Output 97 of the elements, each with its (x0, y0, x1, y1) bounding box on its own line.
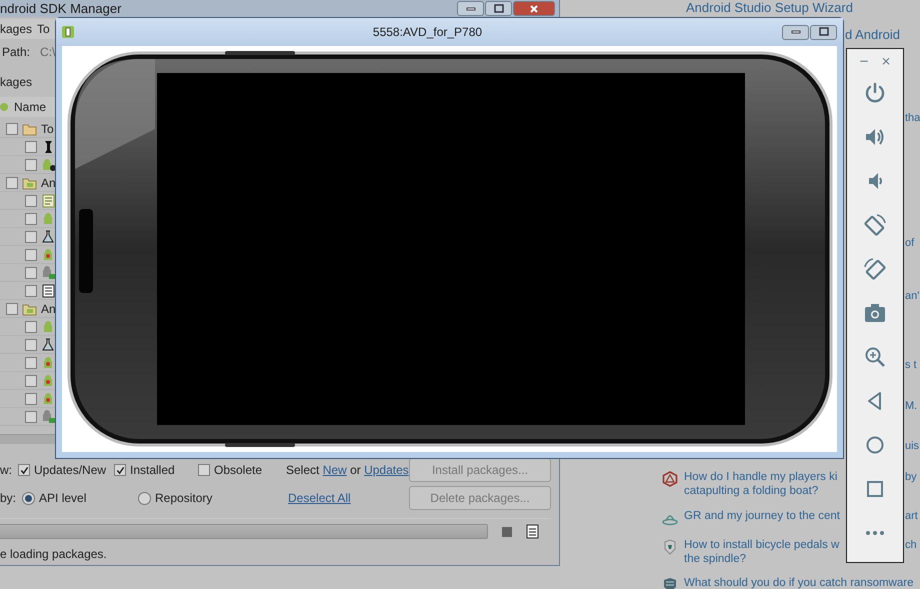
checkbox[interactable] (25, 392, 37, 404)
maximize-icon (818, 27, 828, 37)
page-heading: d Android (845, 27, 900, 42)
text-fragment: M. (905, 400, 918, 412)
text-fragment: tha (905, 112, 920, 124)
menu-item[interactable]: To (37, 22, 50, 36)
log-icon (526, 524, 539, 539)
checkbox[interactable] (114, 464, 126, 476)
text-fragment: uis (905, 440, 920, 452)
close-button[interactable] (513, 1, 555, 16)
question-link[interactable]: How to install bicycle pedals w (684, 538, 840, 552)
column-header: Name (14, 100, 46, 114)
app-icon (62, 26, 74, 38)
checkmark-icon (116, 466, 124, 474)
more-icon (863, 530, 887, 536)
group-label: kages (0, 75, 32, 89)
window-title: 5558:AVD_for_P780 (372, 25, 484, 39)
checkbox[interactable] (25, 266, 37, 278)
minimize-button[interactable] (457, 1, 484, 16)
checkbox[interactable] (25, 194, 37, 206)
robot-icon (41, 410, 56, 424)
text-fragment: ch (905, 538, 917, 552)
camera-icon (863, 301, 887, 325)
folder-icon (22, 302, 37, 316)
select-text: Select (286, 463, 320, 477)
zoom-icon (863, 345, 887, 369)
d20-icon (662, 471, 678, 487)
text-fragment: of (905, 237, 914, 249)
window-title: ndroid SDK Manager (0, 1, 122, 16)
checkbox[interactable] (6, 176, 18, 188)
article-link[interactable]: Android Studio Setup Wizard (686, 0, 853, 15)
sort-label: by: (0, 491, 16, 505)
checkbox[interactable] (25, 284, 37, 296)
checkbox[interactable] (6, 302, 18, 314)
radio-button[interactable] (138, 492, 152, 504)
tree-item[interactable]: An (41, 176, 56, 190)
path-label: Path: (2, 45, 30, 59)
question-link[interactable]: What should you do if you catch ransomware (684, 576, 914, 589)
checkbox[interactable] (25, 356, 37, 368)
scrollbar[interactable] (0, 434, 55, 444)
checkbox[interactable] (25, 374, 37, 386)
checkbox[interactable] (25, 140, 37, 152)
question-link[interactable]: the spindle? (684, 552, 840, 566)
menu-item[interactable]: kages (0, 22, 32, 36)
checkbox[interactable] (198, 464, 210, 476)
text-fragment: an' (905, 290, 920, 302)
rotate-icon (863, 213, 887, 237)
deselect-link[interactable]: Deselect All (288, 491, 351, 505)
select-link[interactable]: New (322, 463, 347, 477)
question-link[interactable]: How do I handle my players ki (684, 470, 838, 484)
tree-item[interactable]: An (41, 302, 56, 316)
checkbox[interactable] (25, 248, 37, 260)
checkbox-label: Obsolete (214, 463, 262, 477)
close-button[interactable]: × (881, 54, 892, 68)
checkbox[interactable] (25, 230, 37, 242)
folder-icon (22, 122, 37, 136)
text-fragment: s t (905, 359, 917, 371)
checkbox[interactable] (25, 338, 37, 350)
tree-item[interactable]: To (41, 122, 54, 136)
checkbox-label: Installed (130, 463, 175, 477)
minimize-button[interactable]: − (858, 54, 869, 68)
document-icon (41, 284, 56, 298)
radio-label: API level (39, 491, 86, 505)
checkbox[interactable] (6, 122, 18, 134)
power-icon (863, 81, 887, 105)
checkbox[interactable] (25, 410, 37, 422)
maximize-icon (494, 4, 504, 14)
shield-icon (662, 577, 678, 589)
select-text: or (350, 463, 361, 477)
status-text: e loading packages. (0, 547, 107, 561)
radio-label: Repository (155, 491, 212, 505)
folder-icon (22, 176, 37, 190)
maximize-button[interactable] (485, 1, 512, 16)
document-icon (41, 194, 56, 208)
text-fragment: by (905, 470, 917, 484)
stop-button[interactable] (502, 526, 512, 536)
checkmark-icon (20, 466, 28, 474)
checkbox[interactable] (18, 464, 30, 476)
text-fragment: art (905, 509, 918, 523)
show-label: w: (0, 463, 12, 477)
minimize-button[interactable] (782, 24, 809, 40)
shield-icon (662, 539, 678, 555)
close-icon (529, 4, 539, 14)
rotate-icon (863, 257, 887, 281)
radio-button[interactable] (22, 492, 36, 504)
question-link[interactable]: GR and my journey to the cent (684, 509, 840, 523)
checkbox-label: Updates/New (34, 463, 106, 477)
select-link[interactable]: Updates (364, 463, 409, 477)
robot-icon (41, 266, 56, 280)
maximize-button[interactable] (810, 24, 837, 40)
checkbox[interactable] (25, 320, 37, 332)
question-link[interactable]: catapulting a folding boat? (684, 484, 838, 498)
checkbox[interactable] (25, 158, 37, 170)
checkbox[interactable] (25, 212, 37, 224)
flask-icon (41, 338, 56, 352)
flask-icon (41, 230, 56, 244)
path-value: C:\ (40, 45, 56, 59)
